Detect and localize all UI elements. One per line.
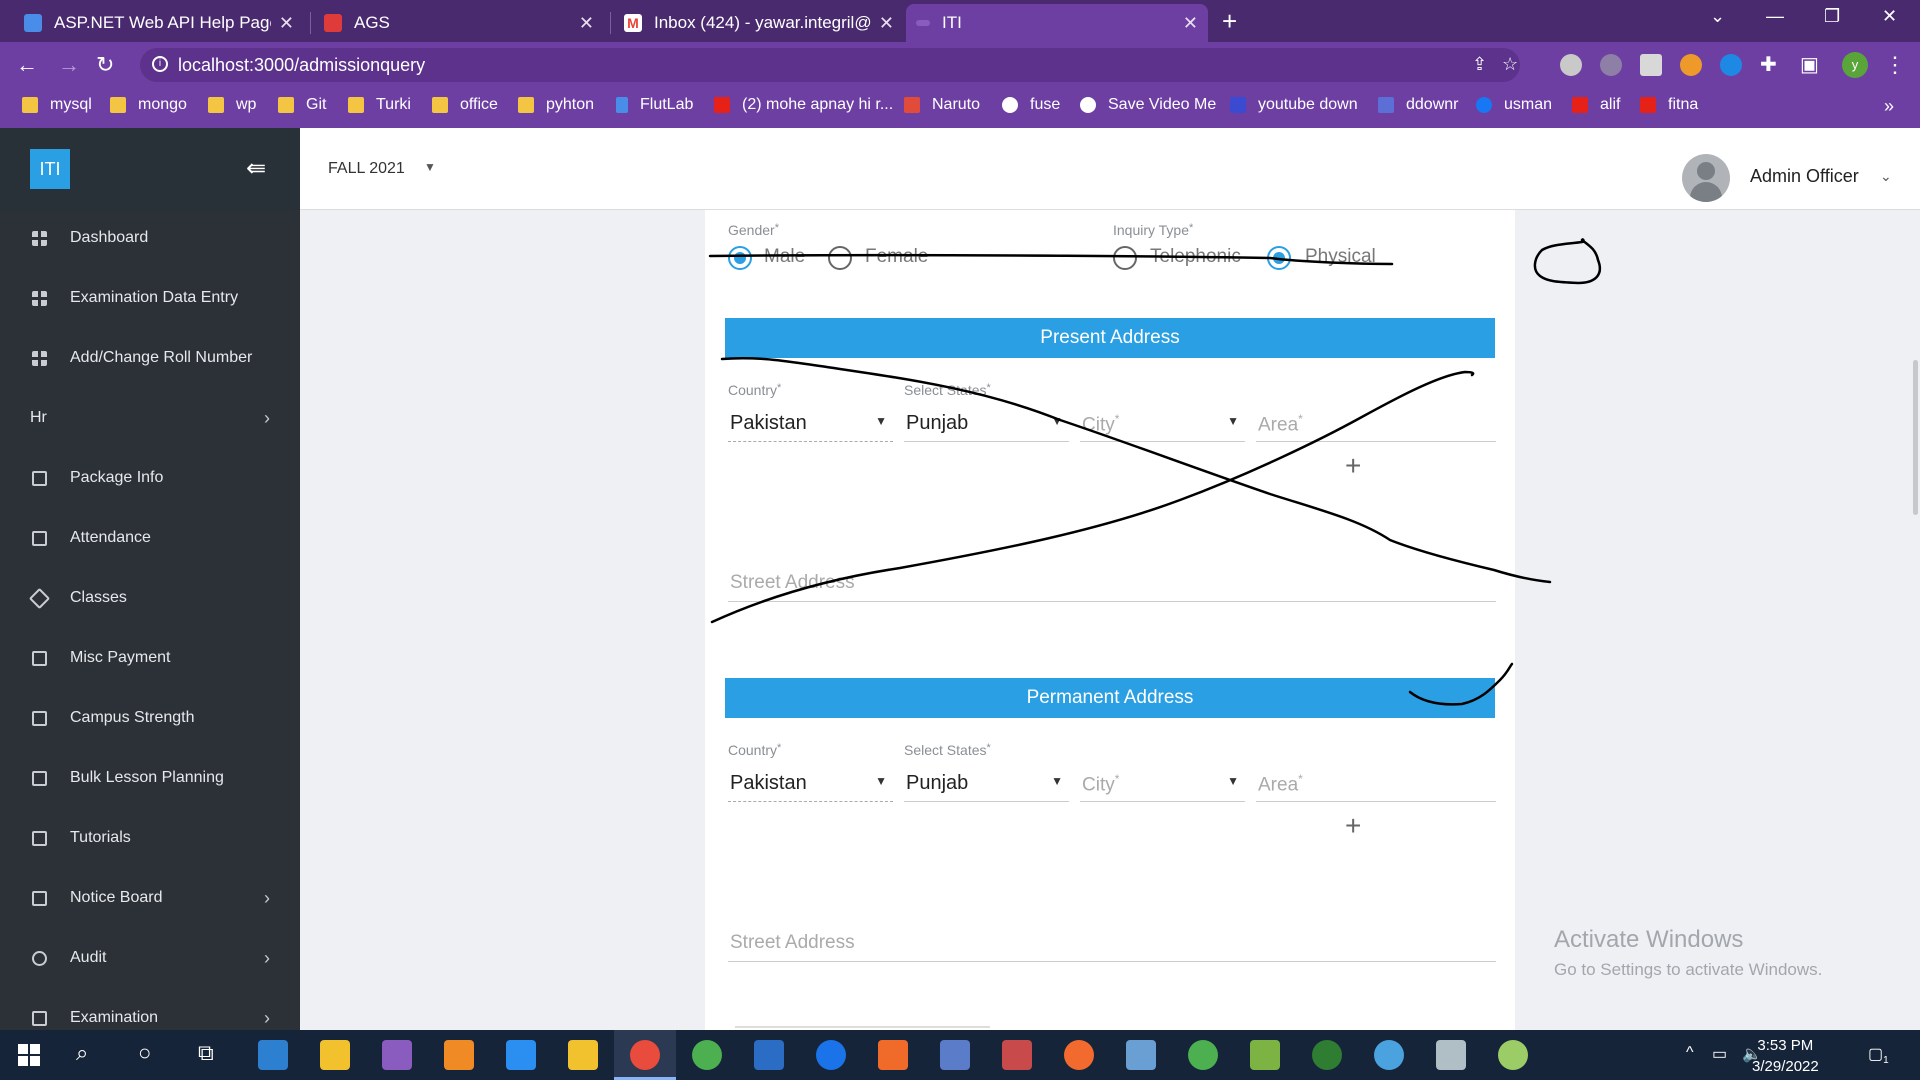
windows-taskbar: ⌕ ○ ⧉ ^ ▭ 🔈 3:53 PM 3/29/2022 ▢1 <box>0 1030 1920 1080</box>
notepad-icon[interactable] <box>1436 1040 1466 1070</box>
vscode-icon[interactable] <box>506 1040 536 1070</box>
chrome-icon[interactable] <box>630 1040 660 1070</box>
app-icon[interactable] <box>1374 1040 1404 1070</box>
app-icon[interactable] <box>258 1040 288 1070</box>
app-icon[interactable] <box>1250 1040 1280 1070</box>
visual-studio-icon[interactable] <box>382 1040 412 1070</box>
file-explorer-icon[interactable] <box>320 1040 350 1070</box>
network-icon[interactable]: ▭ <box>1712 1044 1727 1064</box>
system-clock[interactable]: 3:53 PM 3/29/2022 <box>1752 1035 1819 1077</box>
search-icon[interactable]: ⌕ <box>76 1040 88 1066</box>
xampp-icon[interactable] <box>878 1040 908 1070</box>
app-icon[interactable] <box>1312 1040 1342 1070</box>
app-icon[interactable] <box>940 1040 970 1070</box>
postman-icon[interactable] <box>1064 1040 1094 1070</box>
app-icon[interactable] <box>1126 1040 1156 1070</box>
notification-center-icon[interactable]: ▢1 <box>1868 1044 1889 1066</box>
vlc-icon[interactable] <box>444 1040 474 1070</box>
maps-icon[interactable] <box>692 1040 722 1070</box>
app-icon[interactable] <box>754 1040 784 1070</box>
tray-expand-icon[interactable]: ^ <box>1686 1044 1694 1062</box>
utorrent-icon[interactable] <box>1188 1040 1218 1070</box>
app-icon[interactable] <box>1002 1040 1032 1070</box>
location-icon[interactable] <box>816 1040 846 1070</box>
scribble-annotations <box>708 238 1602 706</box>
folder-icon[interactable] <box>568 1040 598 1070</box>
cortana-icon[interactable]: ○ <box>138 1040 151 1066</box>
task-view-icon[interactable]: ⧉ <box>198 1040 214 1066</box>
paint-icon[interactable] <box>1498 1040 1528 1070</box>
windows-start-icon[interactable] <box>18 1044 40 1066</box>
